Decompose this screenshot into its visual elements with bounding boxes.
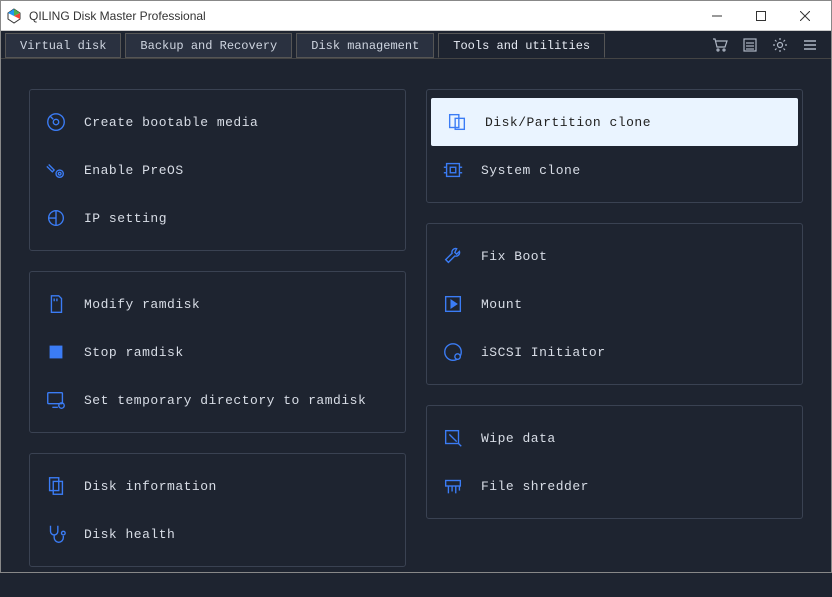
content-area: Create bootable media Enable PreOS IP sett… bbox=[1, 59, 831, 597]
tab-label: Disk management bbox=[311, 39, 419, 53]
item-label: Enable PreOS bbox=[84, 163, 184, 178]
tab-virtual-disk[interactable]: Virtual disk bbox=[5, 33, 121, 58]
tool-item-mount[interactable]: Mount bbox=[427, 280, 802, 328]
item-label: Set temporary directory to ramdisk bbox=[84, 393, 366, 408]
left-panel: Modify ramdisk Stop ramdisk Set temporary … bbox=[29, 271, 406, 433]
item-label: IP setting bbox=[84, 211, 167, 226]
left-column: Create bootable media Enable PreOS IP sett… bbox=[29, 89, 406, 567]
list-icon[interactable] bbox=[741, 36, 759, 54]
item-label: Mount bbox=[481, 297, 523, 312]
item-label: Disk/Partition clone bbox=[485, 115, 651, 130]
tab-label: Virtual disk bbox=[20, 39, 106, 53]
left-panel: Disk information Disk health bbox=[29, 453, 406, 567]
tool-item-disk-partition-clone[interactable]: Disk/Partition clone bbox=[431, 98, 798, 146]
gear-wrench-icon bbox=[44, 158, 68, 182]
shredder-icon bbox=[441, 474, 465, 498]
disc-icon bbox=[44, 110, 68, 134]
tool-item-create-bootable-media[interactable]: Create bootable media bbox=[30, 98, 405, 146]
app-logo-icon bbox=[5, 7, 23, 25]
monitor-gear-icon bbox=[44, 388, 68, 412]
tab-tools-utilities[interactable]: Tools and utilities bbox=[438, 33, 605, 58]
item-label: File shredder bbox=[481, 479, 589, 494]
right-panel: Fix Boot Mount iSCSI Initiator bbox=[426, 223, 803, 385]
play-box-icon bbox=[441, 292, 465, 316]
minimize-button[interactable] bbox=[695, 2, 739, 30]
tabbar: Virtual disk Backup and Recovery Disk ma… bbox=[1, 31, 831, 59]
item-label: Stop ramdisk bbox=[84, 345, 184, 360]
tool-item-set-temporary-directory-to-ramdisk[interactable]: Set temporary directory to ramdisk bbox=[30, 376, 405, 424]
right-panel: Disk/Partition clone System clone bbox=[426, 89, 803, 203]
item-label: iSCSI Initiator bbox=[481, 345, 606, 360]
window-title: QILING Disk Master Professional bbox=[29, 9, 695, 23]
item-label: Disk information bbox=[84, 479, 217, 494]
tool-item-iscsi-initiator[interactable]: iSCSI Initiator bbox=[427, 328, 802, 376]
tool-item-enable-preos[interactable]: Enable PreOS bbox=[30, 146, 405, 194]
close-button[interactable] bbox=[783, 2, 827, 30]
item-label: Disk health bbox=[84, 527, 175, 542]
stop-square-icon bbox=[44, 340, 68, 364]
tab-disk-management[interactable]: Disk management bbox=[296, 33, 434, 58]
tool-item-file-shredder[interactable]: File shredder bbox=[427, 462, 802, 510]
tool-item-wipe-data[interactable]: Wipe data bbox=[427, 414, 802, 462]
wrench-diag-icon bbox=[441, 244, 465, 268]
doc-copy-icon bbox=[44, 474, 68, 498]
tab-backup-recovery[interactable]: Backup and Recovery bbox=[125, 33, 292, 58]
tool-item-fix-boot[interactable]: Fix Boot bbox=[427, 232, 802, 280]
maximize-button[interactable] bbox=[739, 2, 783, 30]
tool-item-disk-information[interactable]: Disk information bbox=[30, 462, 405, 510]
item-label: Fix Boot bbox=[481, 249, 547, 264]
eraser-icon bbox=[441, 426, 465, 450]
tool-item-modify-ramdisk[interactable]: Modify ramdisk bbox=[30, 280, 405, 328]
item-label: Wipe data bbox=[481, 431, 556, 446]
tool-item-stop-ramdisk[interactable]: Stop ramdisk bbox=[30, 328, 405, 376]
left-panel: Create bootable media Enable PreOS IP sett… bbox=[29, 89, 406, 251]
network-arc-icon bbox=[44, 206, 68, 230]
rects-overlap-icon bbox=[445, 110, 469, 134]
sd-card-icon bbox=[44, 292, 68, 316]
right-panel: Wipe data File shredder bbox=[426, 405, 803, 519]
item-label: Create bootable media bbox=[84, 115, 258, 130]
titlebar: QILING Disk Master Professional bbox=[1, 1, 831, 31]
item-label: Modify ramdisk bbox=[84, 297, 200, 312]
tab-label: Backup and Recovery bbox=[140, 39, 277, 53]
menu-icon[interactable] bbox=[801, 36, 819, 54]
tool-item-ip-setting[interactable]: IP setting bbox=[30, 194, 405, 242]
tool-item-system-clone[interactable]: System clone bbox=[427, 146, 802, 194]
gear-icon[interactable] bbox=[771, 36, 789, 54]
cart-icon[interactable] bbox=[711, 36, 729, 54]
tab-label: Tools and utilities bbox=[453, 39, 590, 53]
tool-item-disk-health[interactable]: Disk health bbox=[30, 510, 405, 558]
right-column: Disk/Partition clone System clone Fix Boot… bbox=[426, 89, 803, 567]
disc-ring-icon bbox=[441, 340, 465, 364]
chip-icon bbox=[441, 158, 465, 182]
stethoscope-icon bbox=[44, 522, 68, 546]
item-label: System clone bbox=[481, 163, 581, 178]
